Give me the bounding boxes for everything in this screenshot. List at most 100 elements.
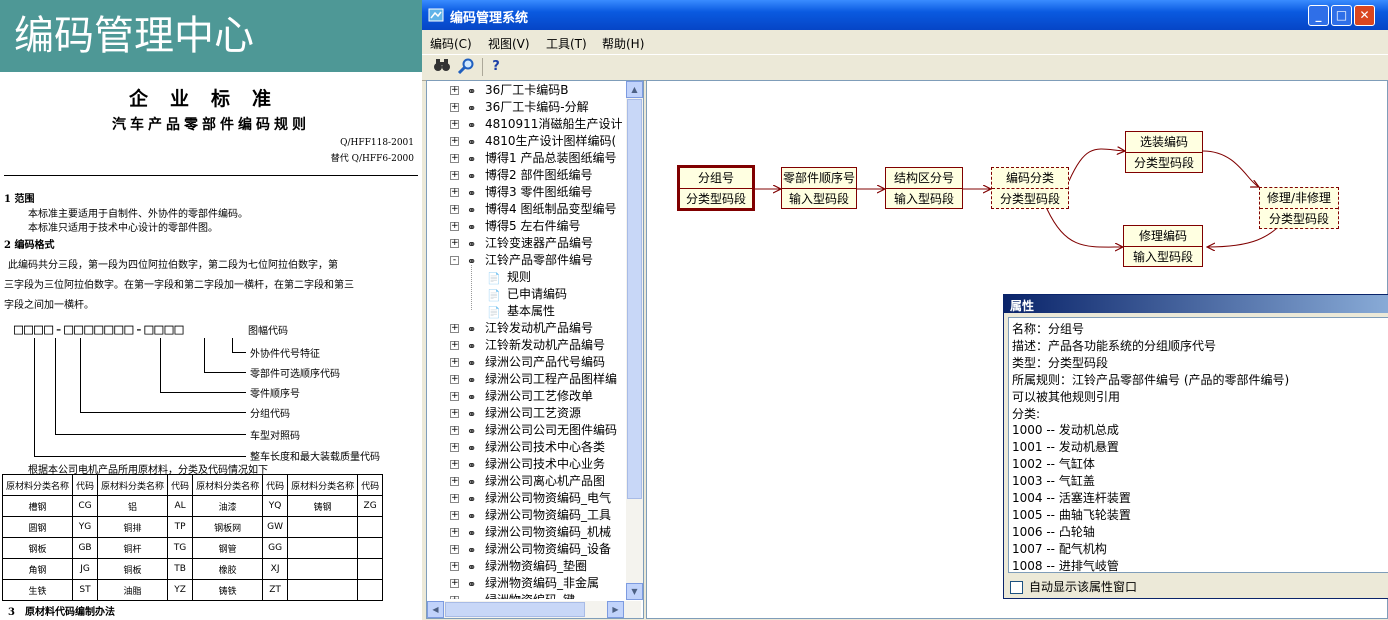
node-structure-type: 输入型码段 — [893, 192, 954, 206]
property-line: 1004 -- 活塞连杆装置 — [1012, 491, 1131, 505]
expand-icon[interactable]: + — [450, 443, 459, 452]
link-icon: ⚭ — [467, 391, 477, 404]
expand-icon[interactable]: + — [450, 358, 459, 367]
link-icon: ⚭ — [467, 238, 477, 251]
rule-diagram-canvas[interactable]: 分组号 分类型码段 零部件顺序号 输入型码段 结构区分号 输入型码段 编码分类 … — [646, 80, 1388, 619]
node-repair-or-not[interactable]: 修理/非修理 分类型码段 — [1259, 187, 1339, 229]
property-line: 1008 -- 进排气岐管 — [1012, 558, 1119, 573]
expand-icon[interactable]: + — [450, 579, 459, 588]
auto-show-checkbox[interactable]: 自动显示该属性窗口 — [1010, 578, 1137, 595]
tree-item-label: 江铃发动机产品编号 — [485, 321, 594, 335]
expand-icon[interactable]: + — [450, 341, 459, 350]
expand-icon[interactable]: + — [450, 545, 459, 554]
table-row: 角钢 JG 铜板 TB 橡胶 XJ — [1, 558, 384, 580]
tree-item-label: 4810911消磁船生产设计 — [485, 117, 623, 131]
checkbox-icon[interactable] — [1010, 581, 1023, 594]
expand-icon[interactable]: + — [450, 103, 459, 112]
tree-item-label: 绿洲公司物资编码_机械 — [485, 525, 612, 539]
expand-icon[interactable]: + — [450, 596, 459, 599]
tree-item-label: 江铃产品零部件编号 — [485, 253, 594, 267]
close-button[interactable]: ✕ — [1354, 5, 1375, 26]
maximize-button[interactable]: □ — [1331, 5, 1352, 26]
table-cell: GB — [72, 537, 99, 559]
annot-line — [232, 338, 233, 352]
table-cell: JG — [72, 558, 99, 580]
minimize-button[interactable]: _ — [1308, 5, 1329, 26]
doc-replaces: 替代 Q/HFF6-2000 — [330, 154, 414, 164]
expand-icon[interactable]: + — [450, 494, 459, 503]
menu-code[interactable]: 编码(C) — [430, 35, 472, 52]
menu-tools[interactable]: 工具(T) — [546, 35, 587, 52]
table-cell: 铸钢 — [287, 495, 359, 517]
tree-item-label: 4810生产设计图样编码( — [485, 134, 617, 148]
node-repair[interactable]: 修理编码 输入型码段 — [1123, 225, 1203, 267]
node-repair-name: 修理编码 — [1124, 226, 1202, 247]
expand-icon[interactable]: + — [450, 171, 459, 180]
tree-item-label: 规则 — [507, 270, 532, 284]
tree-item-label: 博得2 部件图纸编号 — [485, 168, 593, 182]
link-icon: ⚭ — [467, 459, 477, 472]
title-bar[interactable]: 编码管理系统 _ □ ✕ — [422, 0, 1388, 30]
expand-icon[interactable]: + — [450, 477, 459, 486]
table-cell: 生铁 — [1, 579, 74, 601]
tree-scroll-thumb[interactable] — [627, 99, 642, 499]
table-cell — [357, 558, 384, 580]
node-structure[interactable]: 结构区分号 输入型码段 — [885, 167, 963, 209]
magnifier-icon[interactable] — [456, 58, 476, 76]
node-option[interactable]: 选装编码 分类型码段 — [1125, 131, 1203, 173]
annot-line — [34, 456, 246, 457]
node-part-seq[interactable]: 零部件顺序号 输入型码段 — [781, 167, 857, 209]
tree-item-label: 博得5 左右件编号 — [485, 219, 581, 233]
document-panel: 编码管理中心 企业标准 汽车产品零部件编码规则 Q/HFF118-2001 替代… — [0, 0, 422, 620]
collapse-icon[interactable]: - — [450, 256, 459, 265]
expand-icon[interactable]: + — [450, 426, 459, 435]
menu-view[interactable]: 视图(V) — [488, 35, 530, 52]
scroll-up-icon[interactable]: ▲ — [626, 81, 643, 98]
property-title-bar[interactable]: 属性 ✕ — [1004, 295, 1388, 313]
section2-line1: 此编码共分三段，第一段为四位阿拉伯数字，第二段为七位阿拉伯数字，第 — [8, 260, 338, 271]
scroll-down-icon[interactable]: ▼ — [626, 583, 643, 600]
expand-icon[interactable]: + — [450, 137, 459, 146]
tree-item-label: 绿洲公司离心机产品图 — [485, 474, 606, 488]
table-cell — [287, 579, 359, 601]
expand-icon[interactable]: + — [450, 409, 459, 418]
menu-help[interactable]: 帮助(H) — [602, 35, 644, 52]
tree-hscroll-thumb[interactable] — [445, 602, 585, 617]
scroll-right-icon[interactable]: ▶ — [607, 601, 624, 618]
property-content[interactable]: 名称：分组号 描述：产品各功能系统的分组顺序代号 类型：分类型码段 所属规则：江铃产品… — [1008, 317, 1388, 573]
table-header: 原材料分类名称 — [97, 474, 169, 496]
link-icon: ⚭ — [467, 425, 477, 438]
tree-horizontal-scrollbar[interactable]: ◀ ▶ — [427, 601, 641, 618]
binoculars-icon[interactable] — [432, 58, 452, 76]
property-line: 分类: — [1012, 406, 1041, 421]
expand-icon[interactable]: + — [450, 324, 459, 333]
expand-icon[interactable]: + — [450, 239, 459, 248]
link-icon: ⚭ — [467, 187, 477, 200]
tree-vertical-scrollbar[interactable]: ▲ ▼ — [626, 81, 643, 600]
property-line: 1001 -- 发动机悬置 — [1012, 440, 1119, 455]
expand-icon[interactable]: + — [450, 120, 459, 129]
node-classify-type: 分类型码段 — [999, 192, 1060, 206]
maximize-icon: □ — [1335, 8, 1348, 22]
expand-icon[interactable]: + — [450, 375, 459, 384]
expand-icon[interactable]: + — [450, 86, 459, 95]
link-icon: ⚭ — [467, 408, 477, 421]
expand-icon[interactable]: + — [450, 188, 459, 197]
annot-line — [160, 392, 246, 393]
expand-icon[interactable]: + — [450, 460, 459, 469]
node-group[interactable]: 分组号 分类型码段 — [677, 165, 755, 211]
annot-optional-seq: 零部件可选顺序代码 — [250, 369, 340, 380]
link-icon: ⚭ — [467, 357, 477, 370]
expand-icon[interactable]: + — [450, 511, 459, 520]
help-icon[interactable]: ? — [486, 58, 506, 76]
expand-icon[interactable]: + — [450, 562, 459, 571]
expand-icon[interactable]: + — [450, 528, 459, 537]
expand-icon[interactable]: + — [450, 392, 459, 401]
property-line: 名称：分组号 — [1012, 322, 1085, 336]
link-icon: ⚭ — [467, 119, 477, 132]
scroll-left-icon[interactable]: ◀ — [427, 601, 444, 618]
expand-icon[interactable]: + — [450, 205, 459, 214]
expand-icon[interactable]: + — [450, 154, 459, 163]
node-classify[interactable]: 编码分类 分类型码段 — [991, 167, 1069, 209]
expand-icon[interactable]: + — [450, 222, 459, 231]
